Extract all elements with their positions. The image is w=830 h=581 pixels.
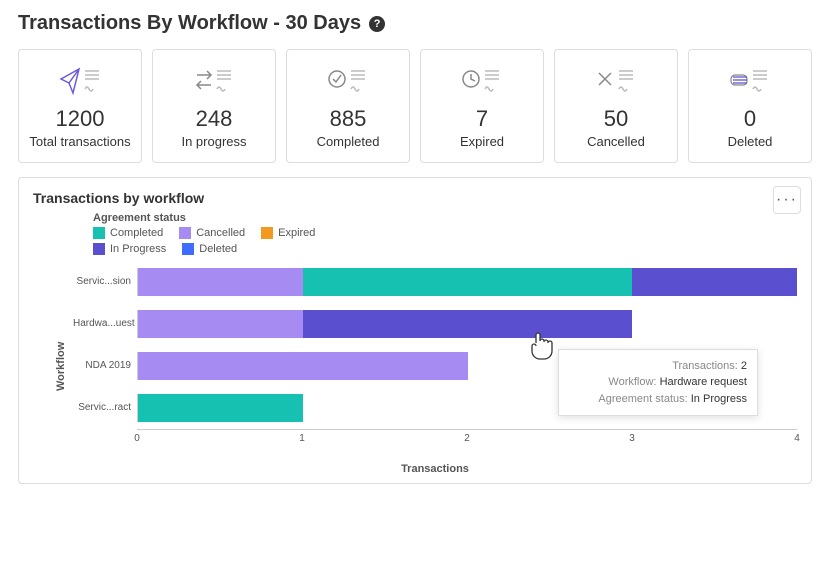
page-title: Transactions By Workflow - 30 Days ?: [18, 12, 812, 35]
chart-legend: Agreement status Completed Cancelled Expir…: [93, 212, 797, 255]
bar-segment[interactable]: [138, 310, 303, 338]
stat-value: 50: [604, 106, 628, 132]
bar-row-label: Servic...sion: [73, 276, 137, 287]
stat-label: Completed: [317, 134, 380, 150]
tooltip-label: Workflow:: [608, 376, 656, 388]
stat-card-deleted[interactable]: 0 Deleted: [688, 49, 812, 163]
x-icon: [595, 64, 637, 100]
stat-card-completed[interactable]: 885 Completed: [286, 49, 410, 163]
legend-item[interactable]: Deleted: [182, 243, 237, 255]
bar-segment[interactable]: [138, 352, 468, 380]
legend-item[interactable]: In Progress: [93, 243, 166, 255]
legend-item[interactable]: Completed: [93, 227, 163, 239]
tooltip-label: Agreement status:: [598, 393, 687, 405]
tooltip-value: In Progress: [691, 393, 747, 405]
x-tick: 3: [629, 433, 635, 444]
bar-row-label: Servic...ract: [73, 402, 137, 413]
x-tick: 0: [134, 433, 140, 444]
stat-value: 0: [744, 106, 756, 132]
y-axis-label: Workflow: [55, 341, 67, 390]
bar-segment[interactable]: [303, 268, 633, 296]
arrows-icon: [193, 64, 235, 100]
stat-card-inprogress[interactable]: 248 In progress: [152, 49, 276, 163]
tooltip-value: 2: [741, 360, 747, 372]
x-tick: 2: [464, 433, 470, 444]
stat-label: In progress: [181, 134, 246, 150]
x-tick: 4: [794, 433, 800, 444]
tooltip-value: Hardware request: [660, 376, 747, 388]
legend-item[interactable]: Cancelled: [179, 227, 245, 239]
workflow-panel: Transactions by workflow ··· Agreement s…: [18, 177, 812, 484]
check-circle-icon: [327, 64, 369, 100]
stat-value: 248: [196, 106, 233, 132]
tooltip-label: Transactions:: [672, 360, 738, 372]
x-tick: 1: [299, 433, 305, 444]
page-title-text: Transactions By Workflow - 30 Days: [18, 12, 361, 35]
send-icon: [59, 64, 101, 100]
bar-chart[interactable]: Workflow Servic...sionHardwa...uestNDA 2…: [73, 261, 797, 471]
stat-label: Total transactions: [29, 134, 130, 150]
legend-item[interactable]: Expired: [261, 227, 315, 239]
x-axis: 0 1 2 3 4: [137, 429, 797, 445]
stat-card-total[interactable]: 1200 Total transactions: [18, 49, 142, 163]
bar-segment[interactable]: [303, 310, 633, 338]
bar-segment[interactable]: [138, 268, 303, 296]
bar-row[interactable]: Hardwa...uest: [73, 303, 797, 345]
help-icon[interactable]: ?: [369, 16, 385, 32]
panel-title: Transactions by workflow: [33, 190, 797, 206]
stat-value: 1200: [56, 106, 105, 132]
stat-label: Expired: [460, 134, 504, 150]
clock-icon: [461, 64, 503, 100]
stat-card-cancelled[interactable]: 50 Cancelled: [554, 49, 678, 163]
bar-row-label: Hardwa...uest: [73, 318, 137, 329]
bar-row-label: NDA 2019: [73, 360, 137, 371]
x-axis-label: Transactions: [73, 463, 797, 475]
stat-cards-row: 1200 Total transactions 248 In progress …: [18, 49, 812, 163]
bar-segment[interactable]: [138, 394, 303, 422]
stat-value: 7: [476, 106, 488, 132]
panel-menu-button[interactable]: ···: [773, 186, 801, 214]
stat-card-expired[interactable]: 7 Expired: [420, 49, 544, 163]
stat-label: Cancelled: [587, 134, 645, 150]
bar-row[interactable]: Servic...sion: [73, 261, 797, 303]
chart-tooltip: Transactions: 2 Workflow: Hardware reque…: [558, 349, 758, 417]
stat-label: Deleted: [728, 134, 773, 150]
trash-doc-icon: [729, 64, 771, 100]
bar-segment[interactable]: [632, 268, 797, 296]
legend-title: Agreement status: [93, 212, 797, 224]
stat-value: 885: [330, 106, 367, 132]
